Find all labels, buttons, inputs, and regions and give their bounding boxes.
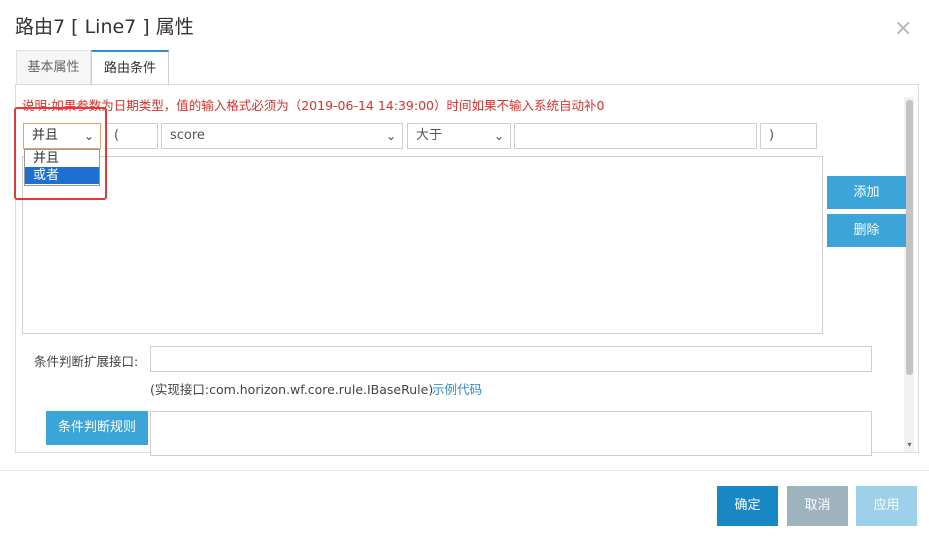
logic-dropdown-list[interactable]: 并且 或者 xyxy=(24,149,100,186)
chevron-down-icon: ⌄ xyxy=(385,129,396,143)
cancel-button[interactable]: 取消 xyxy=(787,486,848,526)
date-format-note: 说明:如果参数为日期类型，值的输入格式必须为（2019-06-14 14:39:… xyxy=(22,98,605,113)
dropdown-option-and[interactable]: 并且 xyxy=(25,150,99,167)
ok-button[interactable]: 确定 xyxy=(717,486,778,526)
right-paren-input[interactable]: ) xyxy=(760,123,817,149)
condition-rule-textarea[interactable] xyxy=(150,411,872,456)
dialog-title: 路由7 [ Line7 ] 属性 xyxy=(15,16,194,38)
extension-interface-input[interactable] xyxy=(150,346,872,372)
apply-button[interactable]: 应用 xyxy=(856,486,917,526)
chevron-down-icon: ⌄ xyxy=(83,129,94,143)
dropdown-option-or[interactable]: 或者 xyxy=(25,167,99,184)
condition-list[interactable] xyxy=(22,156,823,334)
operator-select-value: 大于 xyxy=(416,128,443,143)
tab-route-conditions[interactable]: 路由条件 xyxy=(91,50,169,86)
condition-rule-button[interactable]: 条件判断规则 xyxy=(46,411,148,445)
example-code-link[interactable]: 示例代码 xyxy=(432,379,482,398)
logic-select[interactable]: 并且 ⌄ xyxy=(23,123,101,149)
delete-button[interactable]: 删除 xyxy=(827,214,906,247)
logic-select-value: 并且 xyxy=(32,128,59,143)
extension-interface-hint: (实现接口:com.horizon.wf.core.rule.IBaseRule… xyxy=(150,382,434,397)
field-select[interactable]: score ⌄ xyxy=(161,123,403,149)
close-icon[interactable]: × xyxy=(894,18,912,40)
tab-basic-properties[interactable]: 基本属性 xyxy=(16,50,91,85)
extension-interface-label: 条件判断扩展接口: xyxy=(34,354,139,369)
footer-divider xyxy=(0,470,929,471)
left-paren-input[interactable]: ( xyxy=(105,123,158,149)
value-input[interactable] xyxy=(514,123,757,149)
scroll-down-arrow-icon[interactable]: ▾ xyxy=(905,440,914,450)
operator-select[interactable]: 大于 ⌄ xyxy=(407,123,511,149)
scrollbar-thumb[interactable] xyxy=(906,100,913,375)
add-button[interactable]: 添加 xyxy=(827,176,906,209)
field-select-value: score xyxy=(170,128,205,143)
chevron-down-icon: ⌄ xyxy=(493,129,504,143)
